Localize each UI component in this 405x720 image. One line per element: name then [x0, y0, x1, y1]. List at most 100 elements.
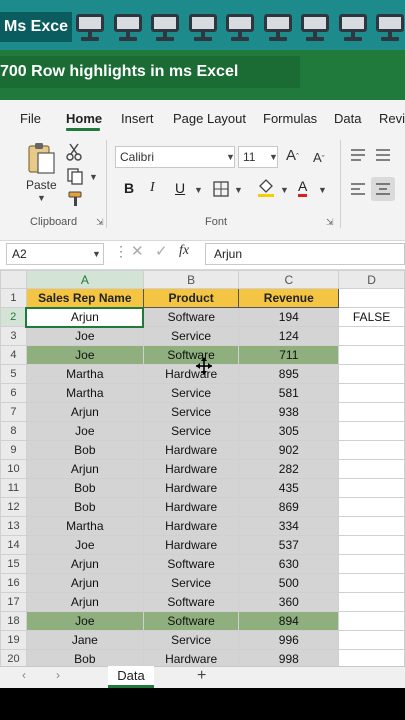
cell-revenue[interactable]: 360 — [238, 592, 340, 612]
font-launcher-icon[interactable]: ⇲ — [326, 217, 334, 228]
cell-sales-rep[interactable]: Arjun — [25, 592, 144, 612]
row-header[interactable]: 5 — [0, 364, 27, 384]
cell-d[interactable] — [338, 459, 405, 479]
borders-icon[interactable] — [212, 180, 230, 198]
tab-page-layout[interactable]: Page Layout — [173, 111, 246, 126]
cell-product[interactable]: Hardware — [142, 516, 240, 536]
fill-color-chevron-icon[interactable]: ▼ — [280, 185, 289, 195]
column-header-a[interactable]: A — [25, 270, 144, 289]
cell-d[interactable]: FALSE — [338, 307, 405, 327]
cell-sales-rep[interactable]: Arjun — [25, 554, 144, 574]
cell-d[interactable] — [338, 630, 405, 650]
clipboard-launcher-icon[interactable]: ⇲ — [96, 217, 104, 228]
confirm-formula-icon[interactable]: ✓ — [155, 242, 168, 260]
row-header[interactable]: 2 — [0, 307, 27, 327]
cell-product[interactable]: Hardware — [142, 497, 240, 517]
borders-chevron-icon[interactable]: ▼ — [234, 185, 243, 195]
row-header[interactable]: 20 — [0, 649, 27, 666]
cell-sales-rep[interactable]: Arjun — [25, 306, 145, 328]
cell-revenue[interactable]: 902 — [238, 440, 340, 460]
format-painter-icon[interactable] — [66, 190, 84, 208]
row-header[interactable]: 19 — [0, 630, 27, 650]
cell-sales-rep[interactable]: Bob — [25, 440, 144, 460]
tab-file[interactable]: File — [20, 111, 41, 126]
cell-d[interactable] — [338, 440, 405, 460]
cell-d[interactable] — [338, 611, 405, 631]
row-header[interactable]: 8 — [0, 421, 27, 441]
insert-function-icon[interactable]: fx — [179, 243, 189, 259]
cell-product[interactable]: Software — [142, 611, 240, 631]
sheet-tab-data[interactable]: Data — [108, 666, 154, 688]
row-header[interactable]: 11 — [0, 478, 27, 498]
cell-revenue[interactable]: 500 — [238, 573, 340, 593]
cancel-formula-icon[interactable]: ✕ — [131, 242, 144, 260]
next-sheet-icon[interactable]: › — [56, 668, 60, 682]
row-header[interactable]: 9 — [0, 440, 27, 460]
tab-review[interactable]: Revi — [379, 111, 405, 126]
cell-d[interactable] — [338, 649, 405, 666]
cell-sales-rep[interactable]: Arjun — [25, 459, 144, 479]
cell-product[interactable]: Hardware — [142, 440, 240, 460]
cell-sales-rep[interactable]: Arjun — [25, 402, 144, 422]
cell-sales-rep[interactable]: Joe — [25, 421, 144, 441]
cell-sales-rep[interactable]: Martha — [25, 364, 144, 384]
row-header[interactable]: 6 — [0, 383, 27, 403]
cell-product[interactable]: Service — [142, 383, 240, 403]
cell-d[interactable] — [338, 421, 405, 441]
cell-sales-rep[interactable]: Joe — [25, 535, 144, 555]
align-left-icon[interactable] — [350, 182, 366, 196]
cell-d[interactable] — [338, 402, 405, 422]
cell-product[interactable]: Software — [142, 554, 240, 574]
cell-d1[interactable] — [338, 288, 405, 308]
cell-product[interactable]: Hardware — [142, 535, 240, 555]
cell-product[interactable]: Hardware — [142, 478, 240, 498]
row-header[interactable]: 12 — [0, 497, 27, 517]
cell-sales-rep[interactable]: Arjun — [25, 573, 144, 593]
cell-d[interactable] — [338, 345, 405, 365]
cell-sales-rep[interactable]: Joe — [25, 326, 144, 346]
copy-icon[interactable] — [66, 167, 84, 185]
cell-product[interactable]: Hardware — [142, 459, 240, 479]
name-box[interactable]: A2 — [6, 243, 104, 265]
column-header-c[interactable]: C — [238, 270, 340, 289]
cell-product[interactable]: Software — [142, 307, 240, 327]
row-header[interactable]: 15 — [0, 554, 27, 574]
row-header[interactable]: 4 — [0, 345, 27, 365]
cell-product[interactable]: Service — [142, 630, 240, 650]
prev-sheet-icon[interactable]: ‹ — [22, 668, 26, 682]
tab-insert[interactable]: Insert — [121, 111, 154, 126]
row-header[interactable]: 17 — [0, 592, 27, 612]
paste-icon[interactable] — [26, 141, 58, 177]
cell-d[interactable] — [338, 592, 405, 612]
add-sheet-button[interactable]: + — [197, 666, 206, 686]
cell-product[interactable]: Hardware — [142, 649, 240, 666]
cell-revenue[interactable]: 537 — [238, 535, 340, 555]
cell-product[interactable]: Service — [142, 326, 240, 346]
cell-revenue[interactable]: 869 — [238, 497, 340, 517]
cell-d[interactable] — [338, 383, 405, 403]
cell-revenue[interactable]: 996 — [238, 630, 340, 650]
font-size-chevron-icon[interactable]: ▼ — [269, 152, 278, 162]
font-color-icon[interactable]: A — [298, 178, 308, 197]
font-color-chevron-icon[interactable]: ▼ — [318, 185, 327, 195]
decrease-font-icon[interactable]: Aˇ — [313, 150, 325, 165]
formula-input[interactable]: Arjun — [205, 243, 405, 265]
font-name-chevron-icon[interactable]: ▼ — [226, 152, 235, 162]
cell-sales-rep[interactable]: Martha — [25, 516, 144, 536]
cell-revenue[interactable]: 435 — [238, 478, 340, 498]
header-cell-product[interactable]: Product — [142, 288, 240, 308]
copy-chevron-icon[interactable]: ▼ — [89, 172, 98, 182]
underline-button[interactable]: U — [175, 180, 185, 196]
header-cell-revenue[interactable]: Revenue — [238, 288, 340, 308]
bold-button[interactable]: B — [124, 180, 134, 196]
cell-d[interactable] — [338, 326, 405, 346]
cell-revenue[interactable]: 998 — [238, 649, 340, 666]
paste-chevron-icon[interactable]: ▼ — [37, 193, 46, 203]
cell-sales-rep[interactable]: Bob — [25, 497, 144, 517]
select-all-corner[interactable] — [0, 270, 27, 289]
row-header[interactable]: 7 — [0, 402, 27, 422]
cell-revenue[interactable]: 938 — [238, 402, 340, 422]
cell-d[interactable] — [338, 478, 405, 498]
cell-product[interactable]: Software — [142, 592, 240, 612]
row-header[interactable]: 16 — [0, 573, 27, 593]
